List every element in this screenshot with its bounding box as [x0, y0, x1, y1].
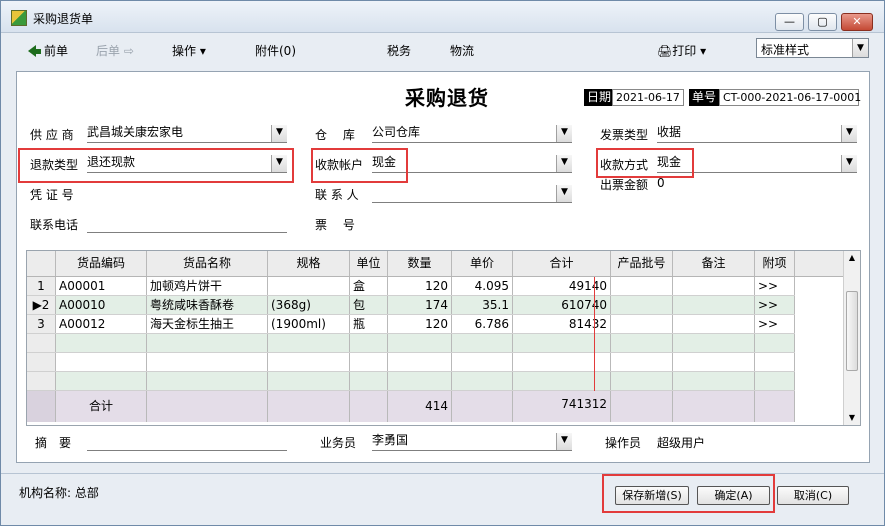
close-button[interactable]: ✕ [841, 13, 873, 31]
table-row[interactable] [27, 353, 795, 372]
ticket-label: 票 号 [315, 218, 355, 232]
supplier-label: 供 应 商 [30, 128, 74, 142]
phone-field[interactable] [87, 213, 287, 233]
date-field[interactable]: 2021-06-17 [612, 89, 684, 106]
col-extra[interactable]: 附项 [755, 251, 795, 276]
toolbar: 前单 后单 ⇨ 操作 ▾ 附件(0) 税务 物流 🖨打印 ▾ 标准样式 ▼ [12, 37, 874, 64]
app-icon [11, 10, 27, 26]
date-label: 日期 [584, 89, 615, 106]
confirm-button[interactable]: 确定(A) [697, 486, 770, 505]
tax-button[interactable]: 税务 [387, 42, 411, 59]
window-title: 采购退货单 [33, 12, 94, 26]
actions-menu[interactable]: 操作 ▾ [172, 42, 206, 59]
logistics-button[interactable]: 物流 [450, 42, 474, 59]
dropdown-arrow-icon: ▼ [841, 125, 857, 142]
attachments-button[interactable]: 附件(0) [255, 42, 296, 59]
order-no-label: 单号 [689, 89, 720, 106]
highlight-box [311, 148, 408, 183]
salesperson-select[interactable]: 李勇国 ▼ [372, 431, 572, 451]
scrollbar-thumb[interactable] [846, 291, 858, 371]
voucher-label: 凭 证 号 [30, 188, 74, 202]
current-row-indicator-icon: ▶ [32, 298, 42, 312]
prev-button[interactable]: 前单 [28, 42, 68, 59]
grid-header: 货品编码 货品名称 规格 单位 数量 单价 合计 产品批号 备注 附项 [27, 251, 844, 277]
maximize-button[interactable]: ▢ [808, 13, 837, 31]
col-total[interactable]: 合计 [513, 251, 611, 276]
grid-total-label: 合计 [56, 391, 147, 422]
highlight-box [596, 148, 694, 178]
highlight-box [18, 148, 294, 183]
col-batch[interactable]: 产品批号 [611, 251, 673, 276]
table-row[interactable]: 3 A00012 海天金标生抽王 (1900ml) 瓶 120 6.786 81… [27, 315, 795, 334]
table-row[interactable]: ▶2 A00010 粤统咸味香酥卷 (368g) 包 174 35.1 6107… [27, 296, 795, 315]
summary-label: 摘 要 [35, 436, 72, 450]
salesperson-label: 业务员 [320, 436, 357, 450]
status-bar: 机构名称: 总部 保存新增(S) 确定(A) 取消(C) [1, 473, 884, 525]
purchase-return-window: 采购退货单 — ▢ ✕ 前单 后单 ⇨ 操作 ▾ 附件(0) 税务 物流 🖨打印… [0, 0, 885, 526]
invoice-amount-value: 0 [657, 176, 665, 190]
grid-total-qty: 414 [388, 391, 452, 422]
print-button[interactable]: 🖨打印 ▾ [657, 42, 706, 59]
row-extra-button[interactable]: >> [755, 296, 795, 314]
invoice-type-label: 发票类型 [600, 128, 649, 142]
dropdown-arrow-icon: ▼ [556, 155, 572, 172]
row-extra-button[interactable]: >> [755, 315, 795, 333]
grid-total-row: 合计 414 741312 [27, 391, 795, 422]
grid-total-amount: 741312 [513, 391, 611, 422]
order-no-field[interactable]: CT-000-2021-06-17-0001 [719, 89, 861, 106]
supplier-select[interactable]: 武昌城关康宏家电 ▼ [87, 123, 287, 143]
operator-value: 超级用户 [657, 436, 706, 450]
cancel-button[interactable]: 取消(C) [777, 486, 849, 505]
minimize-button[interactable]: — [775, 13, 804, 31]
warehouse-label: 仓 库 [315, 128, 355, 142]
row-extra-button[interactable]: >> [755, 277, 795, 295]
table-row[interactable] [27, 334, 795, 353]
contact-select[interactable]: ▼ [372, 183, 572, 203]
col-name[interactable]: 货品名称 [147, 251, 268, 276]
warehouse-select[interactable]: 公司仓库 ▼ [372, 123, 572, 143]
dropdown-arrow-icon: ▼ [852, 39, 868, 57]
invoice-type-select[interactable]: 收据 ▼ [657, 123, 857, 143]
caret-down-icon: ▾ [196, 44, 206, 58]
operator-label: 操作员 [605, 436, 642, 450]
contact-label: 联 系 人 [315, 188, 359, 202]
dropdown-arrow-icon: ▼ [841, 155, 857, 172]
dropdown-arrow-icon: ▼ [556, 433, 572, 450]
grid-scrollbar[interactable]: ▲ ▼ [843, 251, 860, 425]
table-row[interactable] [27, 372, 795, 391]
save-new-button[interactable]: 保存新增(S) [615, 486, 689, 505]
decimal-separator-line [594, 277, 595, 391]
org-name: 机构名称: 总部 [19, 486, 99, 500]
printer-icon: 🖨 [657, 44, 673, 58]
dropdown-arrow-icon: ▼ [271, 125, 287, 142]
arrow-right-icon: ⇨ [120, 44, 134, 58]
next-button[interactable]: 后单 ⇨ [96, 42, 134, 59]
scroll-up-icon[interactable]: ▲ [844, 251, 860, 265]
col-unit[interactable]: 单位 [350, 251, 388, 276]
invoice-amount-label: 出票金额 [600, 178, 649, 192]
phone-label: 联系电话 [30, 218, 79, 232]
dropdown-arrow-icon: ▼ [556, 125, 572, 142]
document-panel: 采购退货 日期 2021-06-17 单号 CT-000-2021-06-17-… [16, 71, 870, 463]
summary-field[interactable] [87, 431, 287, 451]
scroll-down-icon[interactable]: ▼ [844, 411, 860, 425]
table-row[interactable]: 1 A00001 加顿鸡片饼干 盒 120 4.095 49140 >> [27, 277, 795, 296]
document-title: 采购退货 [405, 86, 489, 110]
title-bar: 采购退货单 — ▢ ✕ [1, 1, 884, 33]
caret-down-icon: ▾ [696, 44, 707, 58]
print-style-select[interactable]: 标准样式 ▼ [756, 38, 869, 58]
col-remark[interactable]: 备注 [673, 251, 755, 276]
items-grid: 货品编码 货品名称 规格 单位 数量 单价 合计 产品批号 备注 附项 1 A0… [26, 250, 861, 426]
col-price[interactable]: 单价 [452, 251, 513, 276]
col-qty[interactable]: 数量 [388, 251, 452, 276]
col-code[interactable]: 货品编码 [56, 251, 147, 276]
dropdown-arrow-icon: ▼ [556, 185, 572, 202]
col-spec[interactable]: 规格 [268, 251, 350, 276]
